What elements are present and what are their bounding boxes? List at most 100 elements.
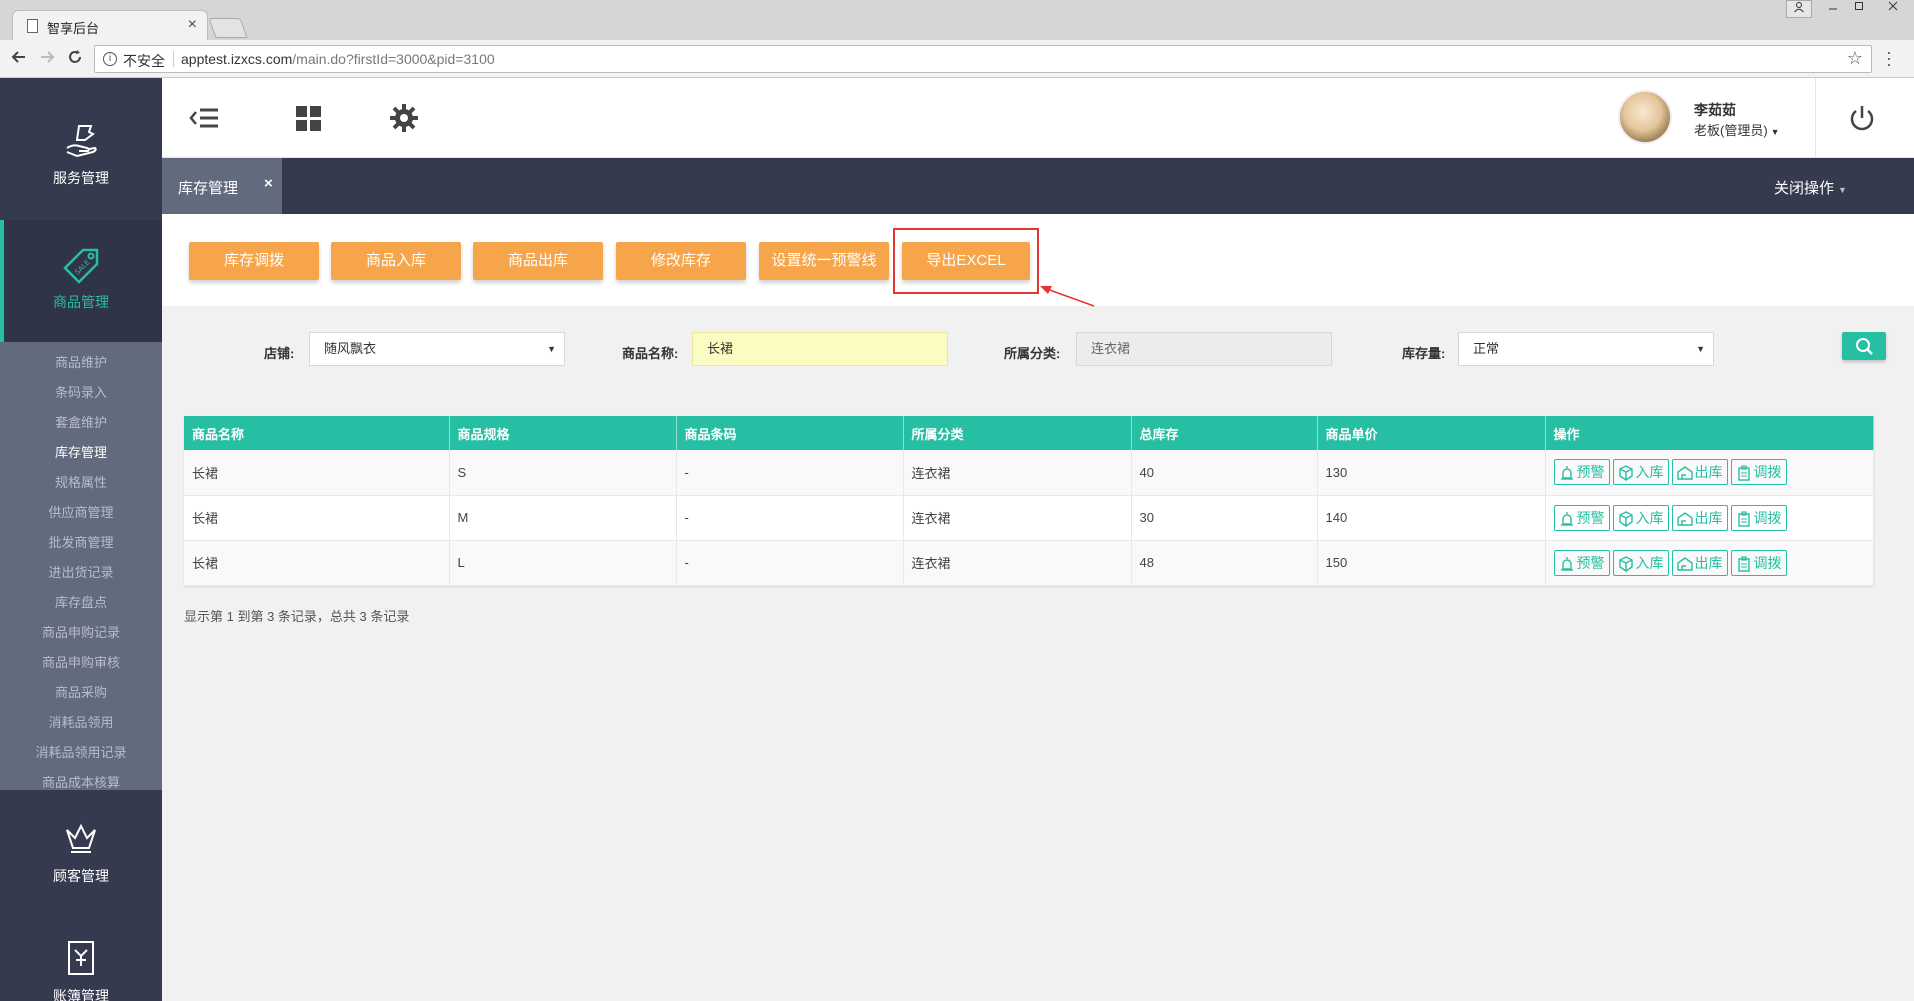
info-icon[interactable]: i <box>103 52 117 66</box>
column-header[interactable]: 商品单价 <box>1317 416 1546 450</box>
box-icon <box>1618 465 1633 482</box>
column-header[interactable]: 商品条码 <box>676 416 904 450</box>
submenu-item[interactable]: 库存盘点 <box>0 588 162 618</box>
insecure-label: 不安全 <box>123 53 165 69</box>
pagination-info: 显示第 1 到第 3 条记录，总共 3 条记录 <box>184 609 410 624</box>
category-field: 连衣裙 <box>1076 332 1332 366</box>
caret-down-icon: ▼ <box>547 344 556 354</box>
new-tab-button[interactable] <box>208 18 248 38</box>
submenu-item[interactable]: 商品成本核算 <box>0 768 162 798</box>
sidebar-item-service[interactable]: 服务管理 <box>0 118 162 188</box>
stock-in-action-button[interactable]: 入库 <box>1612 459 1669 486</box>
alert-button[interactable]: 预警 <box>1553 504 1610 531</box>
menu-toggle-icon[interactable] <box>188 102 220 134</box>
submenu-item[interactable]: 条码录入 <box>0 378 162 408</box>
bookmark-star-icon[interactable]: ☆ <box>1847 48 1863 69</box>
gear-icon[interactable] <box>388 102 420 134</box>
profile-icon[interactable] <box>1786 0 1812 18</box>
goods-submenu: 商品维护 条码录入 套盒维护 库存管理 规格属性 供应商管理 批发商管理 进出货… <box>0 342 162 790</box>
product-name-input[interactable]: 长裙 <box>692 332 948 366</box>
browser-tab[interactable]: 智享后台 × <box>12 10 208 40</box>
stock-in-button[interactable]: 商品入库 <box>331 242 461 280</box>
caret-down-icon: ▼ <box>1770 127 1780 137</box>
tab-label: 库存管理 <box>178 180 239 197</box>
table-row: 长裙 M - 连衣裙 30 140 预警 入库 出库 调拨 <box>184 495 1874 541</box>
close-tab-icon[interactable]: × <box>188 16 197 34</box>
table-header-row: 商品名称 商品规格 商品条码 所属分类 总库存 商品单价 操作 <box>184 416 1874 450</box>
cell-category: 连衣裙 <box>903 450 1132 496</box>
maximize-icon[interactable] <box>1846 0 1872 18</box>
cell-unit-price: 140 <box>1317 495 1546 541</box>
alert-button[interactable]: 预警 <box>1553 459 1610 486</box>
modify-stock-button[interactable]: 修改库存 <box>616 242 746 280</box>
back-icon[interactable] <box>8 48 30 70</box>
sidebar-item-goods[interactable]: SALE 商品管理 <box>0 220 162 342</box>
submenu-item[interactable]: 供应商管理 <box>0 498 162 528</box>
url-input[interactable]: i 不安全 apptest.izxcs.com/main.do?firstId=… <box>94 45 1872 73</box>
column-header[interactable]: 所属分类 <box>903 416 1132 450</box>
cell-unit-price: 130 <box>1317 450 1546 496</box>
submenu-item[interactable]: 消耗品领用 <box>0 708 162 738</box>
cell-spec: M <box>449 495 677 541</box>
close-window-icon[interactable] <box>1872 0 1914 18</box>
transfer-action-button[interactable]: 调拨 <box>1730 549 1787 576</box>
page-tab-strip: 库存管理 × 关闭操作 ▼ <box>162 158 1914 214</box>
cell-barcode: - <box>676 495 904 541</box>
cell-name: 长裙 <box>184 540 450 586</box>
omnibox-divider <box>173 51 174 67</box>
cell-name: 长裙 <box>184 450 450 496</box>
alarm-icon <box>1560 511 1573 526</box>
avatar[interactable] <box>1618 90 1672 144</box>
product-name-label: 商品名称: <box>622 346 679 361</box>
alert-button[interactable]: 预警 <box>1553 549 1610 576</box>
reload-icon[interactable] <box>64 48 86 70</box>
transfer-action-button[interactable]: 调拨 <box>1730 459 1787 486</box>
close-icon[interactable]: × <box>264 175 273 192</box>
submenu-item[interactable]: 批发商管理 <box>0 528 162 558</box>
tab-stock-management[interactable]: 库存管理 × <box>162 158 282 214</box>
column-header[interactable]: 商品名称 <box>184 416 450 450</box>
store-select[interactable]: 随风飘衣 ▼ <box>309 332 565 366</box>
submenu-item[interactable]: 规格属性 <box>0 468 162 498</box>
submenu-item[interactable]: 商品维护 <box>0 348 162 378</box>
submenu-item[interactable]: 商品采购 <box>0 678 162 708</box>
box-icon <box>1618 510 1633 527</box>
action-toolbar: 库存调拨 商品入库 商品出库 修改库存 设置统一预警线 导出EXCEL <box>162 214 1914 307</box>
power-icon[interactable] <box>1846 102 1878 134</box>
user-role-dropdown[interactable]: 老板(管理员) ▼ <box>1694 120 1780 139</box>
submenu-item-active[interactable]: 库存管理 <box>0 438 162 468</box>
submenu-item[interactable]: 商品申购审核 <box>0 648 162 678</box>
stock-out-button[interactable]: 商品出库 <box>473 242 603 280</box>
stock-in-action-button[interactable]: 入库 <box>1612 504 1669 531</box>
submenu-item[interactable]: 进出货记录 <box>0 558 162 588</box>
sidebar-label-account: 账簿管理 <box>53 988 109 1001</box>
page-icon <box>27 19 38 33</box>
sidebar-item-customer[interactable]: 顾客管理 <box>0 816 162 886</box>
stock-out-action-button[interactable]: 出库 <box>1671 549 1728 576</box>
browser-menu-icon[interactable]: · · · <box>1886 43 1892 73</box>
forward-icon[interactable] <box>36 48 58 70</box>
close-operations-dropdown[interactable]: 关闭操作 ▼ <box>1774 177 1847 198</box>
set-alert-line-button[interactable]: 设置统一预警线 <box>759 242 889 280</box>
address-bar: i 不安全 apptest.izxcs.com/main.do?firstId=… <box>0 40 1914 78</box>
sidebar-label-goods: 商品管理 <box>53 294 109 310</box>
stock-out-action-button[interactable]: 出库 <box>1671 459 1728 486</box>
stock-transfer-button[interactable]: 库存调拨 <box>189 242 319 280</box>
search-button[interactable] <box>1842 332 1886 360</box>
grid-icon[interactable] <box>292 102 324 134</box>
warehouse-icon <box>1676 466 1693 480</box>
transfer-action-button[interactable]: 调拨 <box>1730 504 1787 531</box>
stock-level-select[interactable]: 正常 ▼ <box>1458 332 1714 366</box>
column-header[interactable]: 商品规格 <box>449 416 677 450</box>
submenu-item[interactable]: 套盒维护 <box>0 408 162 438</box>
caret-down-icon: ▼ <box>1838 185 1847 195</box>
minimize-icon[interactable] <box>1820 0 1846 18</box>
cell-total-stock: 30 <box>1131 495 1318 541</box>
submenu-item[interactable]: 商品申购记录 <box>0 618 162 648</box>
submenu-item[interactable]: 消耗品领用记录 <box>0 738 162 768</box>
stock-in-action-button[interactable]: 入库 <box>1612 549 1669 576</box>
sidebar-item-account[interactable]: 账簿管理 <box>0 936 162 1001</box>
column-header[interactable]: 总库存 <box>1131 416 1318 450</box>
stock-out-action-button[interactable]: 出库 <box>1671 504 1728 531</box>
cell-actions: 预警 入库 出库 调拨 <box>1545 540 1874 586</box>
